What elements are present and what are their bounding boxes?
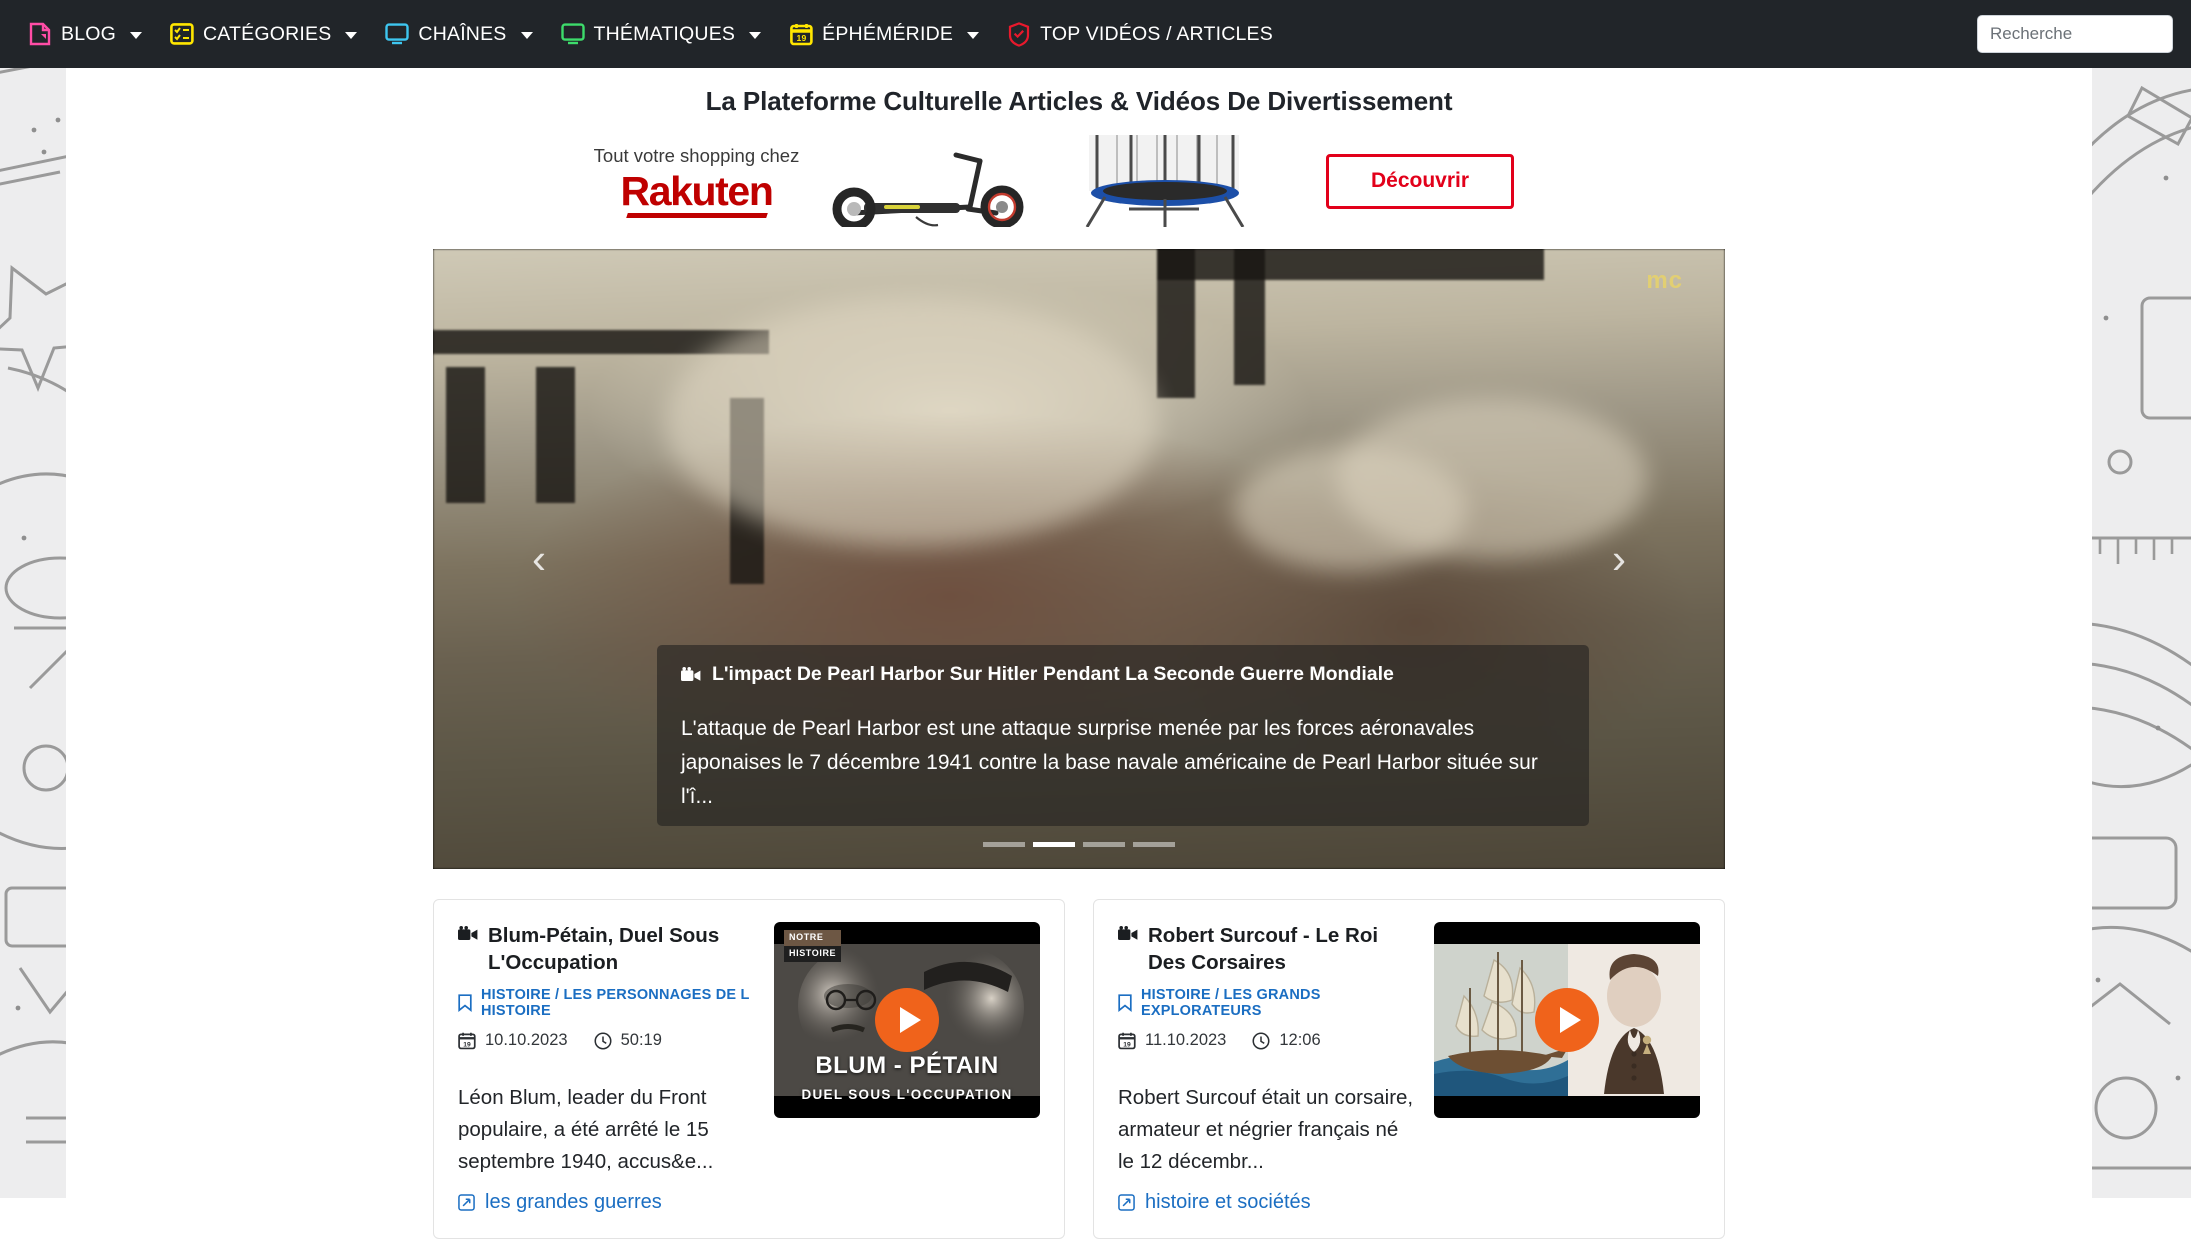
play-icon[interactable]: [875, 988, 939, 1052]
card-meta-row: 19 10.10.2023 50:19: [458, 1031, 754, 1050]
chevron-down-icon: [749, 32, 761, 39]
chevron-down-icon: [521, 32, 533, 39]
card-date: 11.10.2023: [1145, 1031, 1226, 1050]
card-title: Blum-Pétain, Duel Sous L'Occupation: [488, 922, 754, 976]
card-text-block: Blum-Pétain, Duel Sous L'Occupation HIST…: [458, 922, 754, 1214]
nav-item-thematiques[interactable]: THÉMATIQUES: [547, 16, 776, 52]
chevron-down-icon: [130, 32, 142, 39]
nav-label-categories: CATÉGORIES: [203, 23, 331, 46]
thumbnail-caption-main: BLUM - PÉTAIN: [774, 1052, 1040, 1080]
card-text-block: Robert Surcouf - Le Roi Des Corsaires HI…: [1118, 922, 1414, 1214]
list-check-icon: [170, 22, 194, 46]
video-camera-icon: [681, 667, 701, 682]
nav-label-blog: BLOG: [61, 23, 116, 46]
card-title-row: Robert Surcouf - Le Roi Des Corsaires: [1118, 922, 1414, 976]
play-icon[interactable]: [1535, 988, 1599, 1052]
carousel-prev-button[interactable]: ‹: [513, 533, 565, 585]
card-description: Léon Blum, leader du Front populaire, a …: [458, 1082, 754, 1177]
nav-item-top-videos-articles[interactable]: TOP VIDÉOS / ARTICLES: [993, 16, 1287, 52]
card-category-row[interactable]: HISTOIRE / LES GRANDS EXPLORATEURS: [1118, 987, 1414, 1019]
search-input[interactable]: [1977, 15, 2173, 53]
chevron-down-icon: [345, 32, 357, 39]
carousel-dot-0[interactable]: [983, 842, 1025, 847]
carousel-next-button[interactable]: ›: [1593, 533, 1645, 585]
nav-item-categories[interactable]: CATÉGORIES: [156, 16, 371, 52]
card-thumbnail[interactable]: [1434, 922, 1700, 1118]
hero-carousel: mc ‹ › L'impact De Pearl Harbor Sur Hitl…: [433, 249, 1725, 869]
carousel-dot-3[interactable]: [1133, 842, 1175, 847]
ad-banner-rakuten[interactable]: Tout votre shopping chez Rakuten: [579, 135, 1579, 227]
card-tag: les grandes guerres: [485, 1191, 662, 1214]
nav-item-chaines[interactable]: CHAÎNES: [371, 16, 546, 52]
video-camera-icon: [1118, 926, 1138, 941]
card-description: Robert Surcouf était un corsaire, armate…: [1118, 1082, 1414, 1177]
svg-text:19: 19: [463, 1041, 471, 1048]
channel-badge-line1: NOTRE: [784, 930, 841, 946]
nav-item-ephemeride[interactable]: 19 ÉPHÉMÉRIDE: [775, 16, 993, 52]
video-camera-icon: [458, 926, 478, 941]
search-container: [1977, 15, 2177, 53]
video-card[interactable]: Robert Surcouf - Le Roi Des Corsaires HI…: [1093, 899, 1725, 1239]
nav-label-chaines: CHAÎNES: [418, 23, 506, 46]
card-category-row[interactable]: HISTOIRE / LES PERSONNAGES DE L HISTOIRE: [458, 987, 754, 1019]
carousel-title-row: L'impact De Pearl Harbor Sur Hitler Pend…: [681, 663, 1565, 686]
chevron-down-icon: [967, 32, 979, 39]
carousel-slide-description: L'attaque de Pearl Harbor est une attaqu…: [681, 712, 1565, 814]
card-tag-row[interactable]: histoire et sociétés: [1118, 1191, 1414, 1214]
share-box-icon: [1118, 1194, 1135, 1211]
card-meta-row: 19 11.10.2023 12:06: [1118, 1031, 1414, 1050]
video-card[interactable]: Blum-Pétain, Duel Sous L'Occupation HIST…: [433, 899, 1065, 1239]
card-tag: histoire et sociétés: [1145, 1191, 1311, 1214]
card-title-row: Blum-Pétain, Duel Sous L'Occupation: [458, 922, 754, 976]
ad-text-block: Tout votre shopping chez Rakuten: [579, 145, 814, 218]
ad-discover-button[interactable]: Découvrir: [1326, 154, 1514, 209]
card-date: 10.10.2023: [485, 1031, 568, 1050]
carousel-dot-2[interactable]: [1083, 842, 1125, 847]
rakuten-logo: Rakuten: [621, 171, 773, 218]
page-tagline: La Plateforme Culturelle Articles & Vidé…: [66, 68, 2092, 117]
carousel-dot-1[interactable]: [1033, 842, 1075, 847]
card-duration: 12:06: [1279, 1031, 1320, 1050]
carousel-watermark: mc: [1646, 267, 1683, 295]
carousel-slide-title: L'impact De Pearl Harbor Sur Hitler Pend…: [712, 663, 1394, 686]
nav-item-blog[interactable]: BLOG: [14, 16, 156, 52]
blog-file-icon: [28, 22, 52, 46]
navbar-menu: BLOG CATÉGORIES CHAÎNES THÉMATIQUES: [14, 16, 1287, 52]
shield-check-icon: [1007, 22, 1031, 46]
video-cards-row: Blum-Pétain, Duel Sous L'Occupation HIST…: [433, 899, 1725, 1239]
card-duration: 50:19: [621, 1031, 662, 1050]
ad-tagline: Tout votre shopping chez: [579, 145, 814, 167]
card-tag-row[interactable]: les grandes guerres: [458, 1191, 754, 1214]
nav-label-ephemeride: ÉPHÉMÉRIDE: [822, 23, 953, 46]
bookmark-icon: [458, 994, 472, 1012]
card-category: HISTOIRE / LES PERSONNAGES DE L HISTOIRE: [481, 987, 754, 1019]
channel-badge: NOTRE HISTOIRE: [784, 930, 841, 962]
share-box-icon: [458, 1194, 475, 1211]
svg-text:19: 19: [1123, 1041, 1131, 1048]
nav-label-thematiques: THÉMATIQUES: [594, 23, 736, 46]
card-category: HISTOIRE / LES GRANDS EXPLORATEURS: [1141, 987, 1414, 1019]
carousel-caption: L'impact De Pearl Harbor Sur Hitler Pend…: [657, 645, 1589, 826]
card-title: Robert Surcouf - Le Roi Des Corsaires: [1148, 922, 1414, 976]
monitor-icon: [561, 22, 585, 46]
calendar-19-icon: 19: [1118, 1032, 1136, 1050]
electric-scooter-image: [814, 135, 1064, 227]
calendar-19-icon: 19: [789, 22, 813, 46]
thumbnail-caption-sub: DUEL SOUS L'OCCUPATION: [774, 1087, 1040, 1102]
carousel-indicators: [433, 842, 1725, 847]
channel-badge-line2: HISTOIRE: [784, 946, 841, 962]
monitor-icon: [385, 22, 409, 46]
clock-icon: [1252, 1032, 1270, 1050]
card-thumbnail[interactable]: NOTRE HISTOIRE BLUM - PÉTAIN DUEL SOUS L…: [774, 922, 1040, 1118]
nav-label-top-videos: TOP VIDÉOS / ARTICLES: [1040, 23, 1273, 46]
calendar-19-icon: 19: [458, 1032, 476, 1050]
top-navbar: BLOG CATÉGORIES CHAÎNES THÉMATIQUES: [0, 0, 2191, 68]
bookmark-icon: [1118, 994, 1132, 1012]
clock-icon: [594, 1032, 612, 1050]
main-content: La Plateforme Culturelle Articles & Vidé…: [66, 68, 2092, 1198]
svg-text:19: 19: [796, 33, 806, 43]
trampoline-image: [1064, 135, 1264, 227]
